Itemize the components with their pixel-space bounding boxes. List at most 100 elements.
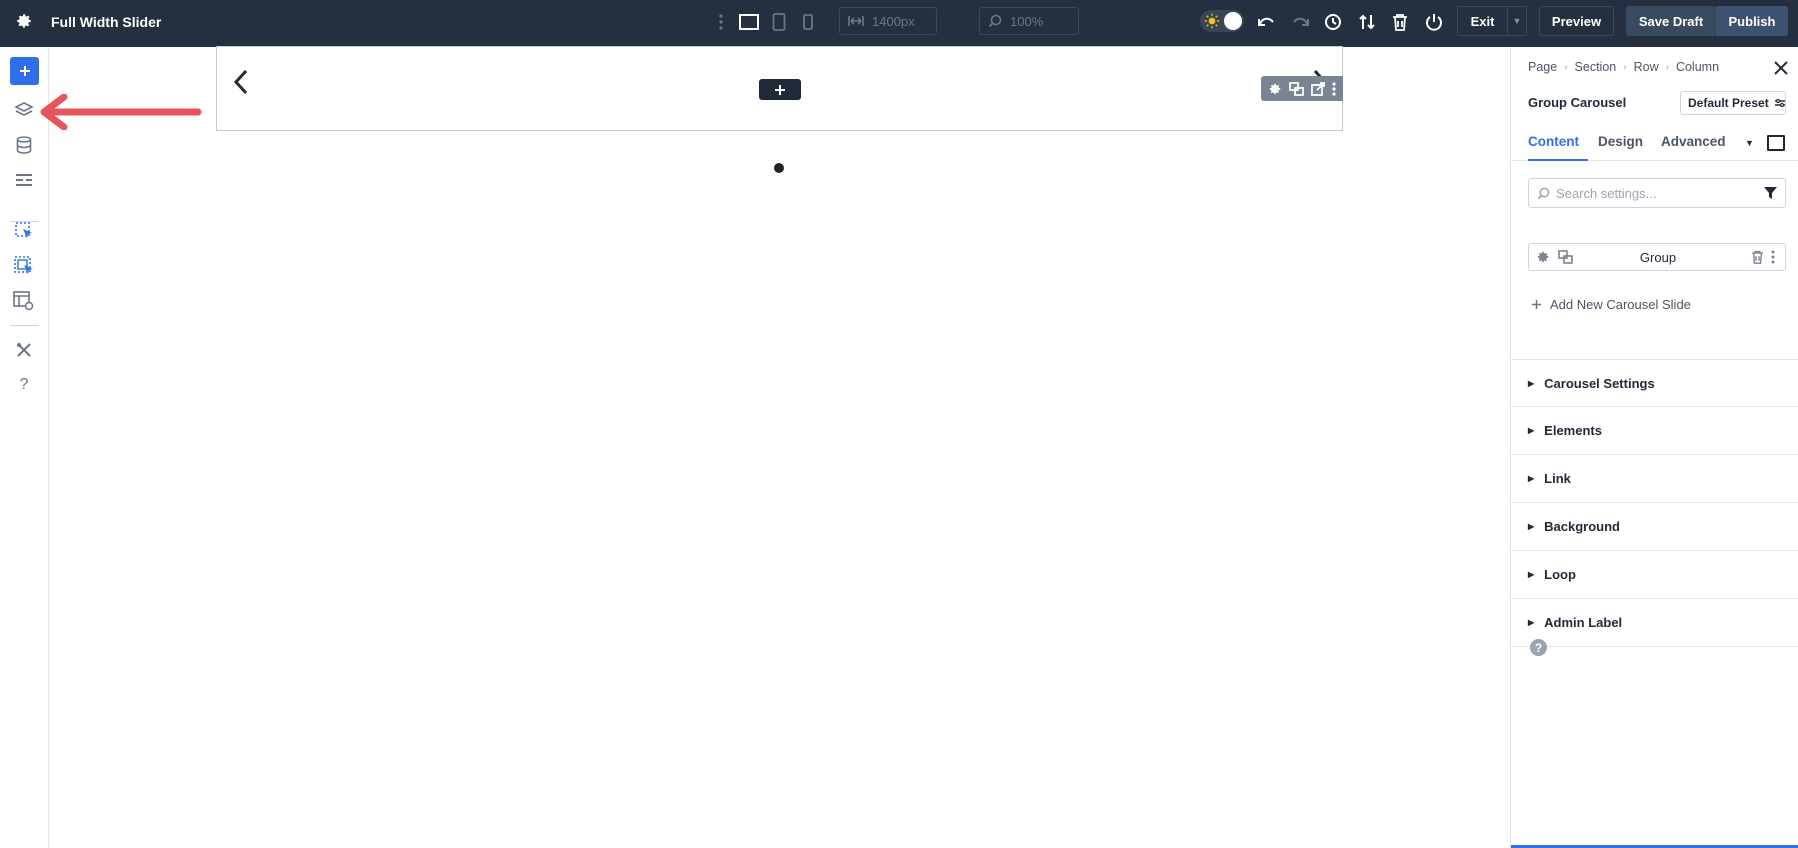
carousel-slide-item[interactable]: Group <box>1528 243 1786 271</box>
toggle-knob <box>1224 12 1242 30</box>
history-icon[interactable] <box>1322 11 1344 33</box>
publish-button[interactable]: Publish <box>1716 6 1788 36</box>
gear-icon[interactable] <box>1268 82 1282 96</box>
preset-label: Default Preset <box>1688 96 1769 110</box>
section-admin-label[interactable]: ▶ Admin Label <box>1511 599 1798 647</box>
tab-design[interactable]: Design <box>1598 134 1643 149</box>
redo-icon[interactable] <box>1289 11 1311 33</box>
multi-select-icon[interactable] <box>12 254 36 278</box>
preview-button[interactable]: Preview <box>1539 6 1614 36</box>
save-draft-button[interactable]: Save Draft <box>1626 6 1716 36</box>
add-carousel-slide-button[interactable]: Add New Carousel Slide <box>1531 297 1691 312</box>
duplicate-icon[interactable] <box>1558 250 1573 264</box>
section-label: Carousel Settings <box>1544 375 1655 391</box>
add-slide-label: Add New Carousel Slide <box>1550 297 1691 312</box>
expand-panel-icon[interactable] <box>1767 135 1785 151</box>
caret-right-icon: ▶ <box>1528 570 1535 579</box>
more-vertical-icon[interactable] <box>1771 250 1775 264</box>
help-icon[interactable]: ? <box>12 373 36 397</box>
breadcrumb-column[interactable]: Column <box>1676 60 1719 74</box>
filter-icon[interactable] <box>1764 187 1777 200</box>
carousel-module[interactable] <box>216 46 1343 131</box>
gear-icon[interactable] <box>1536 250 1550 264</box>
preset-settings-icon <box>1774 98 1785 108</box>
more-vertical-icon[interactable] <box>1332 81 1336 96</box>
section-background[interactable]: ▶ Background <box>1511 503 1798 551</box>
zoom-value: 100% <box>1010 13 1044 29</box>
section-label: Link <box>1544 471 1571 486</box>
section-elements[interactable]: ▶ Elements <box>1511 407 1798 455</box>
tab-advanced[interactable]: Advanced <box>1661 134 1726 149</box>
search-icon <box>1537 187 1550 199</box>
sun-icon <box>1204 13 1220 29</box>
top-toolbar: Full Width Slider 1400px 100% Exit ▼ Pre… <box>0 0 1798 47</box>
tab-content[interactable]: Content <box>1528 134 1579 149</box>
plus-icon <box>19 66 30 76</box>
exit-button[interactable]: Exit <box>1457 6 1507 36</box>
phone-view-icon[interactable] <box>797 11 819 33</box>
help-circle-icon[interactable]: ? <box>1530 639 1547 656</box>
move-icon[interactable] <box>1311 81 1326 96</box>
annotation-arrow <box>40 94 202 130</box>
settings-search-input[interactable]: Search settings... <box>1528 178 1786 208</box>
page-title: Full Width Slider <box>51 14 162 30</box>
breadcrumb-section[interactable]: Section <box>1575 60 1617 74</box>
zoom-search-icon <box>988 14 1002 28</box>
breadcrumb-separator-icon: › <box>1564 61 1568 73</box>
undo-icon[interactable] <box>1256 11 1278 33</box>
section-label: Admin Label <box>1544 615 1623 630</box>
power-icon[interactable] <box>1423 11 1445 33</box>
tablet-view-icon[interactable] <box>768 11 790 33</box>
caret-right-icon: ▶ <box>1528 474 1535 483</box>
add-module-button[interactable] <box>10 57 39 85</box>
width-arrows-icon <box>848 16 864 26</box>
select-tool-icon[interactable] <box>12 219 36 243</box>
preset-selector[interactable]: Default Preset <box>1680 91 1786 115</box>
caret-right-icon: ▶ <box>1528 378 1535 388</box>
breadcrumb-row[interactable]: Row <box>1634 60 1659 74</box>
trash-icon[interactable] <box>1751 250 1764 264</box>
preview-layout-icon[interactable] <box>12 289 36 313</box>
caret-right-icon: ▶ <box>1528 522 1535 531</box>
section-link[interactable]: ▶ Link <box>1511 455 1798 503</box>
exit-dropdown-icon[interactable]: ▼ <box>1507 6 1527 36</box>
portability-icon[interactable] <box>1356 11 1378 33</box>
desktop-view-icon[interactable] <box>738 11 760 33</box>
tab-dropdown-icon[interactable]: ▼ <box>1745 138 1754 148</box>
carousel-pagination-dot[interactable] <box>774 163 784 173</box>
theme-toggle[interactable] <box>1200 10 1244 32</box>
trash-icon[interactable] <box>1389 11 1411 33</box>
sidebar-divider <box>10 325 39 326</box>
layout-icon[interactable] <box>12 168 36 192</box>
layers-icon[interactable] <box>12 98 36 122</box>
caret-right-icon: ▶ <box>1528 618 1535 627</box>
caret-right-icon: ▶ <box>1528 426 1535 435</box>
more-vertical-icon[interactable] <box>710 11 732 33</box>
breadcrumb-page[interactable]: Page <box>1528 60 1557 74</box>
breadcrumb-separator-icon: › <box>1665 61 1669 73</box>
module-title: Group Carousel <box>1528 95 1627 110</box>
section-label: Elements <box>1544 423 1602 438</box>
tools-icon[interactable] <box>12 338 36 362</box>
add-module-inline-button[interactable] <box>759 79 801 100</box>
database-icon[interactable] <box>12 133 36 157</box>
page-width-value: 1400px <box>872 13 915 29</box>
settings-tabs: Content Design Advanced ▼ <box>1511 125 1798 161</box>
gear-icon[interactable] <box>15 12 33 30</box>
breadcrumb: Page › Section › Row › Column <box>1528 60 1719 74</box>
duplicate-icon[interactable] <box>1288 81 1304 96</box>
chevron-left-icon[interactable] <box>231 67 251 97</box>
breadcrumb-separator-icon: › <box>1623 61 1627 73</box>
section-carousel-settings[interactable]: ▶ Carousel Settings <box>1511 359 1798 407</box>
zoom-input[interactable]: 100% <box>979 7 1079 35</box>
left-sidebar: ? <box>0 47 49 848</box>
plus-icon <box>1531 299 1542 310</box>
plus-icon <box>775 84 785 95</box>
close-icon[interactable] <box>1773 60 1789 76</box>
page-width-input[interactable]: 1400px <box>839 7 937 35</box>
section-loop[interactable]: ▶ Loop <box>1511 551 1798 599</box>
section-label: Loop <box>1544 567 1576 582</box>
active-tab-indicator <box>1528 159 1588 161</box>
module-toolbar <box>1261 76 1343 101</box>
section-label: Background <box>1544 519 1620 534</box>
